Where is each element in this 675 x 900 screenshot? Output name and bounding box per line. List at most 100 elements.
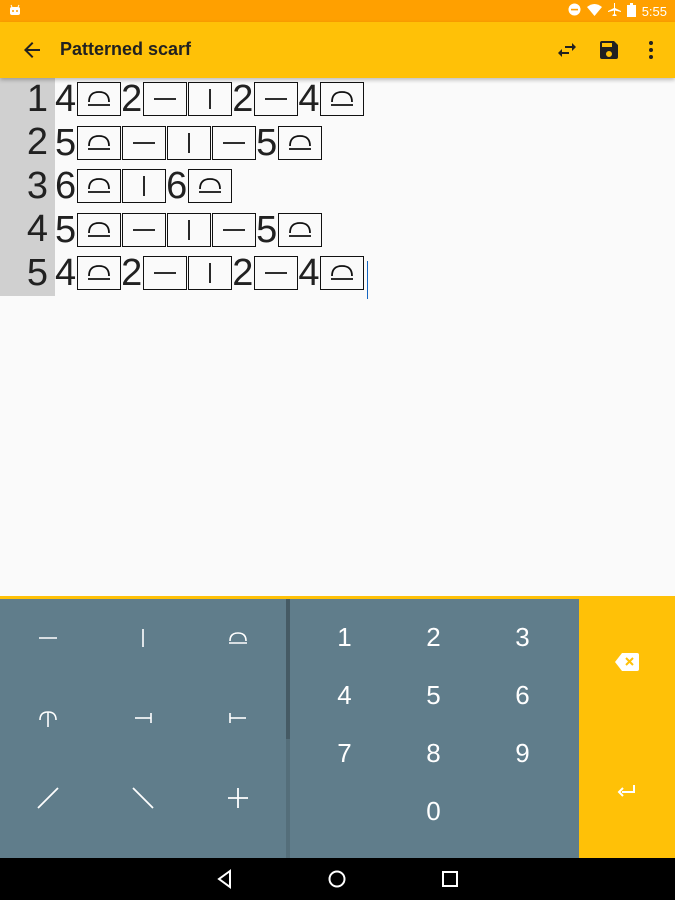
row-number: 2 — [26, 121, 48, 163]
repeat-count: 2 — [232, 252, 254, 294]
digit-key-4[interactable]: 4 — [300, 667, 389, 723]
repeat-count: 4 — [298, 78, 320, 120]
stitch-keyboard: 1 2 3 4 5 6 7 8 9 0 — [0, 596, 675, 858]
digit-key-1[interactable]: 1 — [300, 609, 389, 665]
digit-label: 3 — [515, 621, 530, 652]
overflow-menu-icon[interactable] — [639, 38, 663, 62]
t-left-icon — [227, 707, 249, 734]
repeat-count: 6 — [55, 165, 77, 207]
digit-key-6[interactable]: 6 — [478, 667, 567, 723]
nav-recents-icon[interactable] — [440, 869, 460, 889]
digit-label: 7 — [337, 737, 352, 768]
purl-icon — [227, 627, 249, 654]
bar-stitch-icon — [121, 169, 166, 203]
system-nav-bar — [0, 858, 675, 900]
do-not-disturb-icon — [568, 3, 581, 19]
status-bar: 5:55 — [0, 0, 675, 22]
t-right-icon — [132, 707, 154, 734]
bar-icon — [132, 627, 154, 654]
airplane-mode-icon — [607, 3, 621, 19]
backslash-stitch-key[interactable] — [95, 761, 190, 839]
purl-stitch-icon — [76, 125, 121, 160]
dash-icon — [37, 627, 59, 654]
digit-label: 0 — [426, 795, 441, 826]
action-column — [579, 599, 675, 858]
purl-stitch-icon — [320, 82, 365, 116]
status-time: 5:55 — [641, 3, 667, 19]
number-pad: 1 2 3 4 5 6 7 8 9 0 — [290, 599, 579, 858]
digit-label: 5 — [426, 679, 441, 710]
dash-stitch-icon — [211, 212, 256, 247]
pattern-editor[interactable]: 1422425536645554224 — [0, 78, 675, 596]
purl-stitch-icon — [76, 212, 121, 247]
digit-label: 9 — [515, 737, 530, 768]
purl-stitch-icon — [76, 82, 121, 116]
repeat-count: 2 — [121, 78, 143, 120]
dash-stitch-key[interactable] — [0, 601, 95, 679]
nav-home-icon[interactable] — [327, 869, 347, 889]
pattern-row[interactable]: 455 — [0, 208, 322, 251]
slash-stitch-key[interactable] — [0, 761, 95, 839]
digit-label: 2 — [426, 621, 441, 652]
purl-stitch-icon — [277, 125, 322, 160]
inverted-arc-stitch-key[interactable] — [0, 681, 95, 759]
digit-label: 6 — [515, 679, 530, 710]
dash-stitch-icon — [142, 82, 187, 116]
pattern-row[interactable]: 54224 — [0, 252, 369, 299]
left-t-stitch-key[interactable] — [190, 681, 285, 759]
repeat-count: 5 — [55, 121, 77, 164]
digit-label: 1 — [337, 621, 352, 652]
swap-arrows-icon[interactable] — [555, 38, 579, 62]
purl-stitch-icon — [76, 256, 121, 290]
backspace-icon — [615, 652, 639, 676]
app-toolbar: Patterned scarf — [0, 22, 675, 78]
repeat-count: 6 — [166, 165, 188, 207]
backspace-key[interactable] — [579, 599, 675, 729]
repeat-count: 4 — [55, 78, 77, 120]
pattern-row[interactable]: 14224 — [0, 78, 365, 120]
repeat-count: 4 — [298, 252, 320, 294]
digit-key-9[interactable]: 9 — [478, 725, 567, 781]
repeat-count: 5 — [256, 208, 278, 251]
right-t-stitch-key[interactable] — [95, 681, 190, 759]
digit-key-3[interactable]: 3 — [478, 609, 567, 665]
wifi-icon — [586, 3, 602, 19]
digit-key-5[interactable]: 5 — [389, 667, 478, 723]
digit-key-7[interactable]: 7 — [300, 725, 389, 781]
purl-stitch-icon — [277, 212, 322, 247]
repeat-count: 2 — [232, 78, 254, 120]
dash-stitch-icon — [121, 125, 166, 160]
slash-icon — [36, 786, 60, 815]
save-icon[interactable] — [597, 38, 621, 62]
repeat-count: 4 — [55, 252, 77, 294]
repeat-count: 2 — [121, 252, 143, 294]
page-title: Patterned scarf — [60, 39, 192, 59]
digit-key-2[interactable]: 2 — [389, 609, 478, 665]
plus-stitch-key[interactable] — [190, 761, 285, 839]
purl-stitch-key[interactable] — [190, 601, 285, 679]
bar-stitch-icon — [166, 212, 211, 247]
digit-key-0[interactable]: 0 — [389, 783, 478, 839]
purl-stitch-icon — [187, 169, 232, 203]
dash-stitch-icon — [253, 256, 298, 290]
repeat-count: 5 — [256, 121, 278, 164]
digit-label: 8 — [426, 737, 441, 768]
plus-icon — [226, 786, 250, 815]
text-cursor — [366, 261, 369, 299]
android-notification-icon — [8, 3, 22, 17]
nav-back-icon[interactable] — [215, 869, 235, 889]
enter-icon — [617, 783, 637, 804]
battery-icon — [626, 2, 636, 20]
bar-stitch-key[interactable] — [95, 601, 190, 679]
bar-stitch-icon — [166, 125, 211, 160]
pattern-row[interactable]: 255 — [0, 121, 322, 164]
bar-stitch-icon — [187, 82, 232, 116]
dash-stitch-icon — [253, 82, 298, 116]
back-arrow-icon[interactable] — [20, 38, 44, 62]
digit-key-8[interactable]: 8 — [389, 725, 478, 781]
purl-stitch-icon — [320, 256, 365, 290]
repeat-count: 5 — [55, 208, 77, 251]
pattern-row[interactable]: 366 — [0, 165, 232, 207]
arc-down-icon — [37, 707, 59, 734]
enter-key[interactable] — [579, 729, 675, 858]
